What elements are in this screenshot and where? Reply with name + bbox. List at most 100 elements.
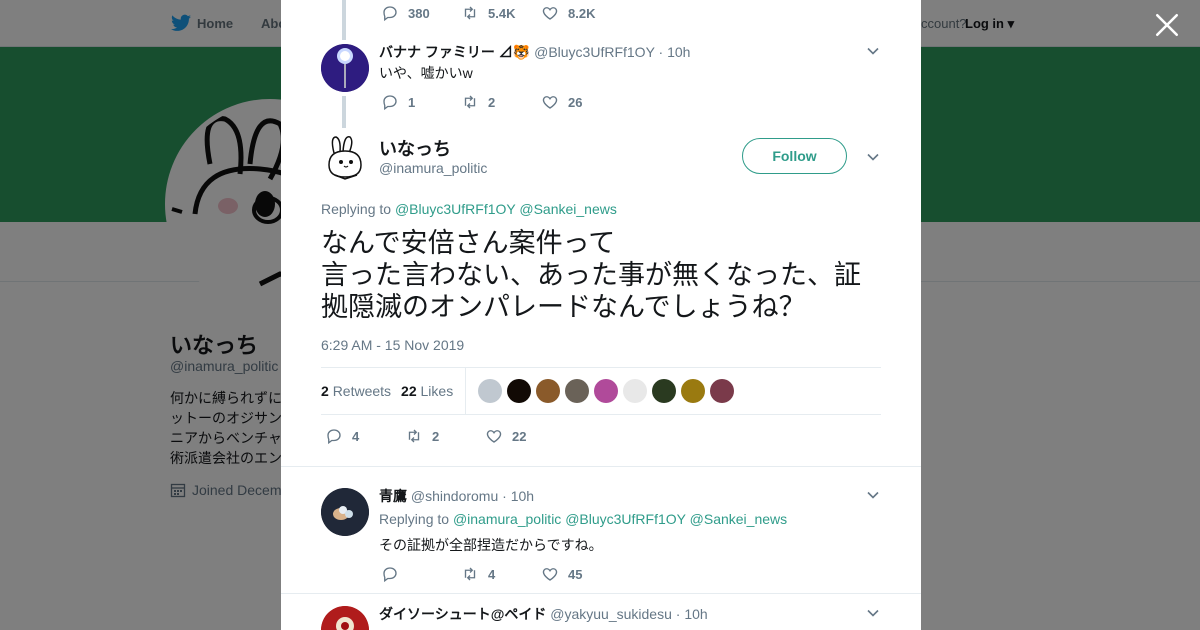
mention-link[interactable]: @Sankei_news — [690, 511, 788, 527]
liker-avatar[interactable] — [652, 379, 677, 403]
mention-link[interactable]: @Bluyc3UfRFf1OY — [395, 201, 516, 217]
mention-link[interactable]: @Bluyc3UfRFf1OY — [565, 511, 686, 527]
chevron-down-icon[interactable] — [866, 488, 880, 502]
avatar-art — [321, 488, 369, 536]
chevron-down-icon[interactable] — [866, 150, 880, 164]
chevron-down-icon[interactable] — [866, 606, 880, 620]
liker-avatar[interactable] — [594, 379, 619, 403]
retweets-label: Retweets — [332, 383, 392, 399]
reply-icon — [383, 95, 397, 111]
heart-icon — [542, 7, 558, 20]
liker-avatar[interactable] — [681, 379, 706, 403]
retweet-button[interactable]: 5.4K — [461, 4, 541, 22]
heart-icon — [542, 96, 558, 109]
retweet-count: 2 — [432, 428, 440, 444]
likes-label: Likes — [420, 383, 454, 399]
like-count: 26 — [568, 94, 583, 110]
reply-icon — [383, 567, 397, 583]
retweet-icon — [408, 429, 420, 443]
stat-counts: 2 Retweets 22 Likes — [321, 367, 467, 415]
retweet-icon — [464, 6, 476, 20]
like-button[interactable]: 26 — [541, 93, 621, 111]
reply-count: 380 — [408, 5, 430, 21]
like-count: 45 — [568, 566, 583, 582]
user-name[interactable]: バナナ ファミリー ⊿🐯 — [379, 44, 530, 60]
avatar[interactable] — [321, 133, 369, 181]
author-name[interactable]: いなっち — [379, 135, 451, 161]
mention-link[interactable]: @Sankei_news — [519, 201, 617, 217]
tweet-stats: 2 Retweets 22 Likes — [321, 367, 881, 415]
chevron-down-icon[interactable] — [866, 44, 880, 58]
replying-to: Replying to @inamura_politic @Bluyc3UfRF… — [379, 511, 787, 527]
follow-button[interactable]: Follow — [742, 138, 847, 174]
liker-avatar[interactable] — [536, 379, 561, 403]
tweet-text: いや、嘘かいw — [379, 65, 473, 81]
retweet-button[interactable]: 4 — [461, 565, 541, 583]
retweet-count: 4 — [488, 566, 496, 582]
action-bar: 4 2 22 — [325, 427, 565, 445]
heart-icon — [542, 568, 558, 581]
action-bar: 380 5.4K 8.2K — [381, 4, 621, 22]
reply-icon — [383, 6, 397, 22]
liker-avatar[interactable] — [478, 379, 503, 403]
mention-link[interactable]: @inamura_politic — [453, 511, 561, 527]
thread-connector — [342, 96, 346, 128]
likes-count: 22 — [401, 383, 417, 399]
reply-button[interactable] — [381, 565, 461, 583]
retweets-stat[interactable]: 2 Retweets — [321, 383, 391, 399]
retweet-button[interactable]: 2 — [405, 427, 485, 445]
like-button[interactable]: 8.2K — [541, 4, 621, 22]
heart-icon — [486, 430, 502, 443]
avatar[interactable] — [321, 44, 369, 92]
liker-avatar[interactable] — [565, 379, 590, 403]
like-count: 8.2K — [568, 5, 596, 21]
close-icon[interactable] — [1154, 12, 1180, 38]
user-name[interactable]: ダイソーシュート@ペイド — [379, 606, 546, 622]
tweet-time[interactable]: 10h — [667, 44, 690, 60]
reply-count: 4 — [352, 428, 360, 444]
avatar-art — [321, 606, 369, 630]
action-bar: 4 45 — [381, 565, 621, 583]
retweet-button[interactable]: 2 — [461, 93, 541, 111]
divider — [281, 593, 921, 594]
avatar[interactable] — [321, 488, 369, 536]
retweet-count: 2 — [488, 94, 496, 110]
retweets-count: 2 — [321, 383, 329, 399]
tweet-header: 青鷹 @shindoromu · 10h — [379, 486, 534, 506]
user-name[interactable]: 青鷹 — [379, 488, 407, 504]
thread-connector — [342, 0, 346, 40]
user-handle[interactable]: @Bluyc3UfRFf1OY — [534, 44, 655, 60]
retweet-count: 5.4K — [488, 5, 516, 21]
avatar[interactable] — [321, 606, 369, 630]
reply-button[interactable]: 4 — [325, 427, 405, 445]
liker-avatar[interactable] — [710, 379, 735, 403]
like-count: 22 — [512, 428, 527, 444]
tweet-header: ダイソーシュート@ペイド @yakyuu_sukidesu · 10h — [379, 604, 708, 624]
replying-to-label: Replying to — [321, 201, 392, 217]
tweet-time[interactable]: 10h — [684, 606, 707, 622]
separator-dot: · — [502, 488, 507, 504]
retweet-icon — [464, 567, 476, 581]
liker-avatar[interactable] — [507, 379, 532, 403]
divider — [281, 466, 921, 467]
user-handle[interactable]: @shindoromu — [411, 488, 498, 504]
tweet-time[interactable]: 10h — [511, 488, 534, 504]
like-button[interactable]: 45 — [541, 565, 621, 583]
reply-button[interactable]: 1 — [381, 93, 461, 111]
separator-dot: · — [658, 44, 664, 60]
replying-to: Replying to @Bluyc3UfRFf1OY @Sankei_news — [321, 201, 617, 217]
liker-avatar[interactable] — [623, 379, 648, 403]
tweet-text: その証拠が全部捏造だからですね。 — [379, 537, 603, 553]
author-handle[interactable]: @inamura_politic — [379, 160, 487, 176]
user-handle[interactable]: @yakyuu_sukidesu — [550, 606, 672, 622]
tweet-modal: 380 5.4K 8.2K バナナ ファミリー ⊿🐯 @Bluyc3UfRFf1… — [281, 0, 921, 630]
reply-button[interactable]: 380 — [381, 4, 461, 22]
reply-count: 1 — [408, 94, 416, 110]
likes-stat[interactable]: 22 Likes — [401, 383, 453, 399]
tweet-header: バナナ ファミリー ⊿🐯 @Bluyc3UfRFf1OY · 10h — [379, 42, 690, 62]
reply-icon — [327, 429, 341, 445]
action-bar: 1 2 26 — [381, 93, 621, 111]
tweet-timestamp[interactable]: 6:29 AM - 15 Nov 2019 — [321, 337, 464, 353]
rabbit-avatar-art — [328, 136, 362, 180]
like-button[interactable]: 22 — [485, 427, 565, 445]
